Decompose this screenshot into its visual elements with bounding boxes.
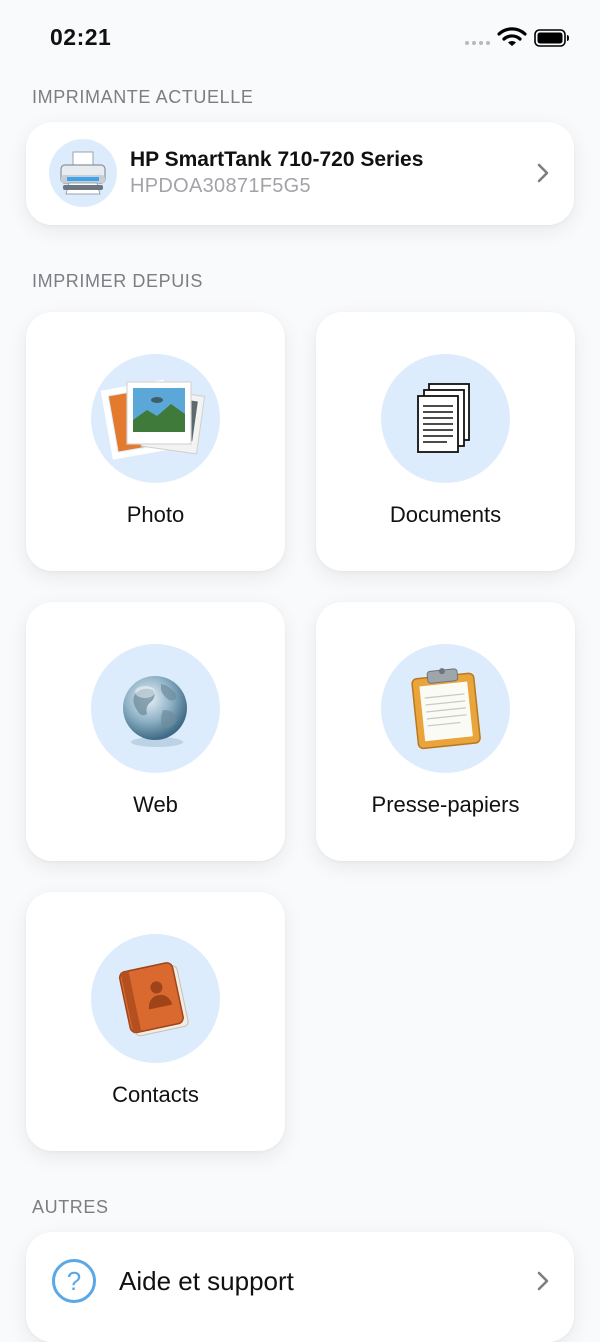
current-printer-heading: IMPRIMANTE ACTUELLE	[32, 87, 254, 107]
help-icon: ?	[52, 1259, 96, 1303]
address-book-icon	[91, 934, 220, 1063]
cellular-signal-icon	[465, 41, 490, 45]
print-from-heading: IMPRIMER DEPUIS	[32, 271, 204, 291]
others-heading: AUTRES	[32, 1197, 109, 1217]
tile-clipboard-label: Presse-papiers	[371, 792, 520, 817]
help-support-label: Aide et support	[119, 1266, 294, 1296]
tile-web-label: Web	[133, 792, 178, 817]
printer-icon	[49, 139, 117, 207]
documents-icon	[381, 354, 510, 483]
wifi-icon	[497, 27, 527, 46]
photo-icon	[91, 354, 220, 483]
tile-photo-label: Photo	[126, 502, 185, 527]
tile-web[interactable]: Web	[26, 602, 285, 861]
printer-name: HP SmartTank 710-720 Series	[130, 148, 424, 171]
tile-photo[interactable]: Photo	[26, 312, 285, 571]
clipboard-icon	[381, 644, 510, 773]
printer-serial: HPDOA30871F5G5	[130, 175, 311, 197]
battery-icon	[534, 29, 569, 47]
tile-contacts-label: Contacts	[112, 1082, 199, 1107]
status-bar: 02:21	[0, 0, 600, 72]
tile-documents[interactable]: Documents	[316, 312, 575, 571]
help-support-row[interactable]: ? Aide et support	[26, 1232, 574, 1342]
tile-documents-label: Documents	[389, 502, 502, 527]
chevron-right-icon	[537, 163, 549, 183]
chevron-right-icon	[537, 1271, 549, 1291]
current-printer-card[interactable]: HP SmartTank 710-720 Series HPDOA30871F5…	[26, 122, 574, 225]
status-time: 02:21	[50, 24, 112, 50]
globe-icon	[91, 644, 220, 773]
tile-contacts[interactable]: Contacts	[26, 892, 285, 1151]
tile-clipboard[interactable]: Presse-papiers	[316, 602, 575, 861]
